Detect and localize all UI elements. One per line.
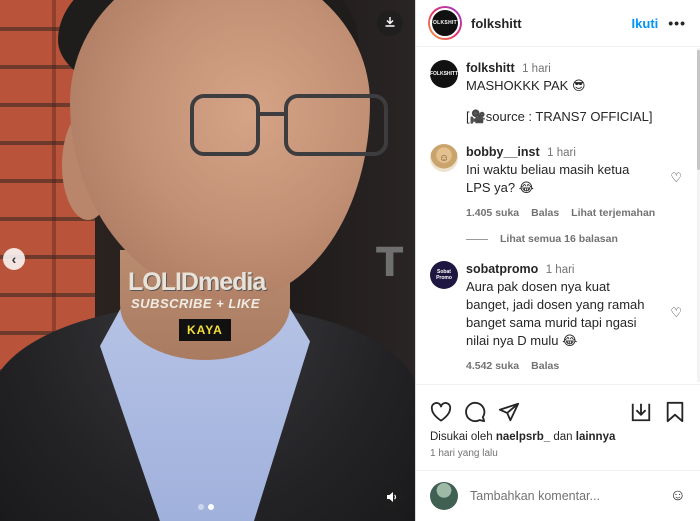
comment-avatar[interactable]: ☺ [430, 144, 458, 172]
emoji-icon[interactable]: ☺ [670, 487, 686, 505]
carousel-dots [198, 504, 214, 510]
comment-username[interactable]: bobby__inst [466, 145, 540, 159]
comment-like-icon[interactable]: ♡ [670, 170, 682, 186]
comment-time[interactable]: 1 hari [546, 264, 575, 276]
my-avatar [430, 482, 458, 510]
liked-by-user[interactable]: naelpsrb_ [496, 431, 550, 443]
comment-username[interactable]: sobatpromo [466, 262, 538, 276]
download-icon [384, 16, 396, 31]
watermark-logo: LOLIDmedia [128, 268, 266, 296]
caption-source: [🎥source : TRANS7 OFFICIAL] [466, 109, 653, 124]
comments-list[interactable]: FOLKSHITT folkshitt 1 hari MASHOKKK PAK … [416, 48, 700, 382]
comment-composer: ☺ [416, 470, 700, 521]
share-icon[interactable] [498, 401, 520, 423]
view-replies-label: Lihat semua 16 balasan [500, 233, 618, 245]
carousel-dot [198, 504, 204, 510]
follow-button[interactable]: Ikuti [632, 16, 659, 31]
previous-media-button[interactable]: ‹ [3, 248, 25, 270]
post-media[interactable]: T LOLIDmedia SUBSCRIBE + LIKE KAYA ‹ [0, 0, 415, 521]
post-actions: Disukai oleh naelpsrb_ dan lainnya 1 har… [416, 384, 700, 459]
liked-by-others[interactable]: lainnya [576, 431, 616, 443]
video-caption-tag: KAYA [179, 319, 231, 341]
translate-button[interactable]: Lihat terjemahan [571, 207, 655, 219]
divider [466, 238, 488, 240]
heart-icon[interactable] [430, 401, 452, 423]
save-to-collection-icon[interactable] [630, 401, 652, 423]
comment-likes[interactable]: 4.542 suka [466, 360, 519, 372]
view-replies-button[interactable]: Lihat semua 16 balasan [466, 233, 618, 245]
comment-likes[interactable]: 1.405 suka [466, 207, 519, 219]
glasses [190, 94, 390, 158]
reply-button[interactable]: Balas [531, 207, 559, 219]
likes-summary: Disukai oleh naelpsrb_ dan lainnya [416, 429, 700, 445]
background-letter: T [376, 240, 404, 286]
more-options-button[interactable]: ••• [668, 15, 686, 31]
caption-time[interactable]: 1 hari [522, 63, 551, 75]
post-header: FOLKSHITT folkshitt Ikuti ••• [416, 0, 700, 47]
volume-button[interactable] [379, 485, 405, 511]
download-button[interactable] [377, 10, 403, 36]
watermark-subtitle: SUBSCRIBE + LIKE [131, 296, 260, 311]
comment-icon[interactable] [464, 401, 486, 423]
caption-avatar[interactable]: FOLKSHITT [430, 60, 458, 88]
chevron-left-icon: ‹ [11, 251, 17, 267]
comment-like-icon[interactable]: ♡ [670, 305, 682, 321]
comment-text: Ini waktu beliau masih ketua LPS ya? 😂 [466, 162, 630, 195]
post-time[interactable]: 1 hari yang lalu [416, 445, 700, 459]
comment-text: Aura pak dosen nya kuat banget, jadi dos… [466, 279, 645, 348]
avatar: FOLKSHITT [430, 8, 460, 38]
comment-input[interactable] [470, 489, 650, 503]
liked-by-and: dan [550, 431, 576, 443]
carousel-dot-active [208, 504, 214, 510]
volume-icon [386, 491, 398, 506]
header-username[interactable]: folkshitt [471, 16, 522, 31]
story-ring[interactable]: FOLKSHITT [428, 6, 462, 40]
caption-username[interactable]: folkshitt [466, 61, 515, 75]
post-side-panel: FOLKSHITT folkshitt Ikuti ••• FOLKSHITT … [415, 0, 700, 521]
liked-by-prefix: Disukai oleh [430, 431, 496, 443]
comment-avatar[interactable]: Sobat Promo [430, 261, 458, 289]
bookmark-icon[interactable] [664, 401, 686, 423]
reply-button[interactable]: Balas [531, 360, 559, 372]
comment-time[interactable]: 1 hari [547, 147, 576, 159]
caption-row: FOLKSHITT folkshitt 1 hari MASHOKKK PAK … [430, 60, 676, 126]
caption-text: MASHOKKK PAK 😎 [466, 78, 586, 93]
comment-row: Sobat Promo sobatpromo 1 hari Aura pak d… [430, 261, 676, 372]
comment-row: ☺ bobby__inst 1 hari Ini waktu beliau ma… [430, 144, 676, 219]
